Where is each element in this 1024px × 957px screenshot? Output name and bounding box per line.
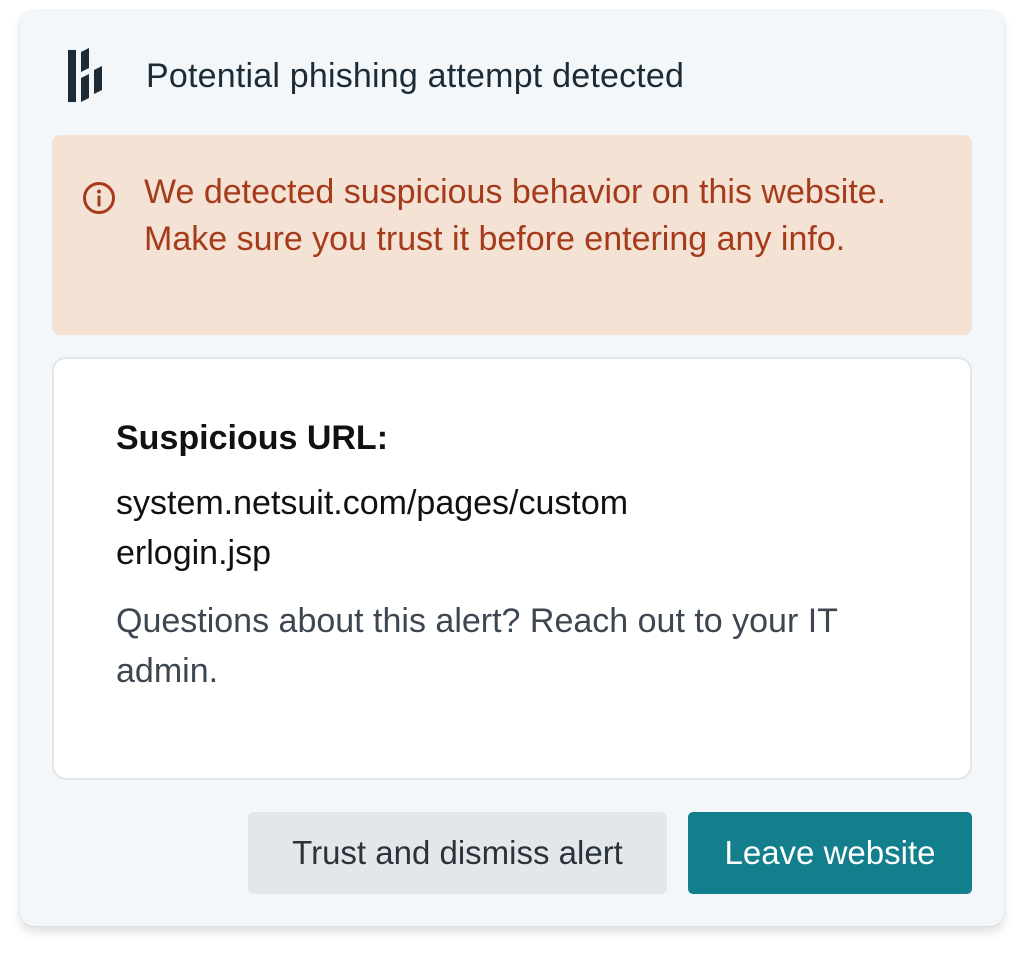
dashlane-logo-icon xyxy=(68,48,102,102)
suspicious-url-label: Suspicious URL: xyxy=(116,419,389,457)
url-details-panel: Suspicious URL: system.netsuit.com/pages… xyxy=(52,357,972,780)
warning-message: We detected suspicious behavior on this … xyxy=(144,173,887,258)
leave-website-button[interactable]: Leave website xyxy=(688,812,972,894)
phishing-alert-dialog: Potential phishing attempt detected We d… xyxy=(20,10,1004,926)
dialog-header: Potential phishing attempt detected xyxy=(68,48,684,104)
trust-and-dismiss-button[interactable]: Trust and dismiss alert xyxy=(248,812,667,894)
help-text: Questions about this alert? Reach out to… xyxy=(116,602,838,690)
dialog-title: Potential phishing attempt detected xyxy=(146,56,685,95)
info-circle-icon xyxy=(83,182,115,214)
suspicious-url-value: system.netsuit.com/pages/customerlogin.j… xyxy=(116,484,629,572)
warning-banner: We detected suspicious behavior on this … xyxy=(52,135,972,335)
